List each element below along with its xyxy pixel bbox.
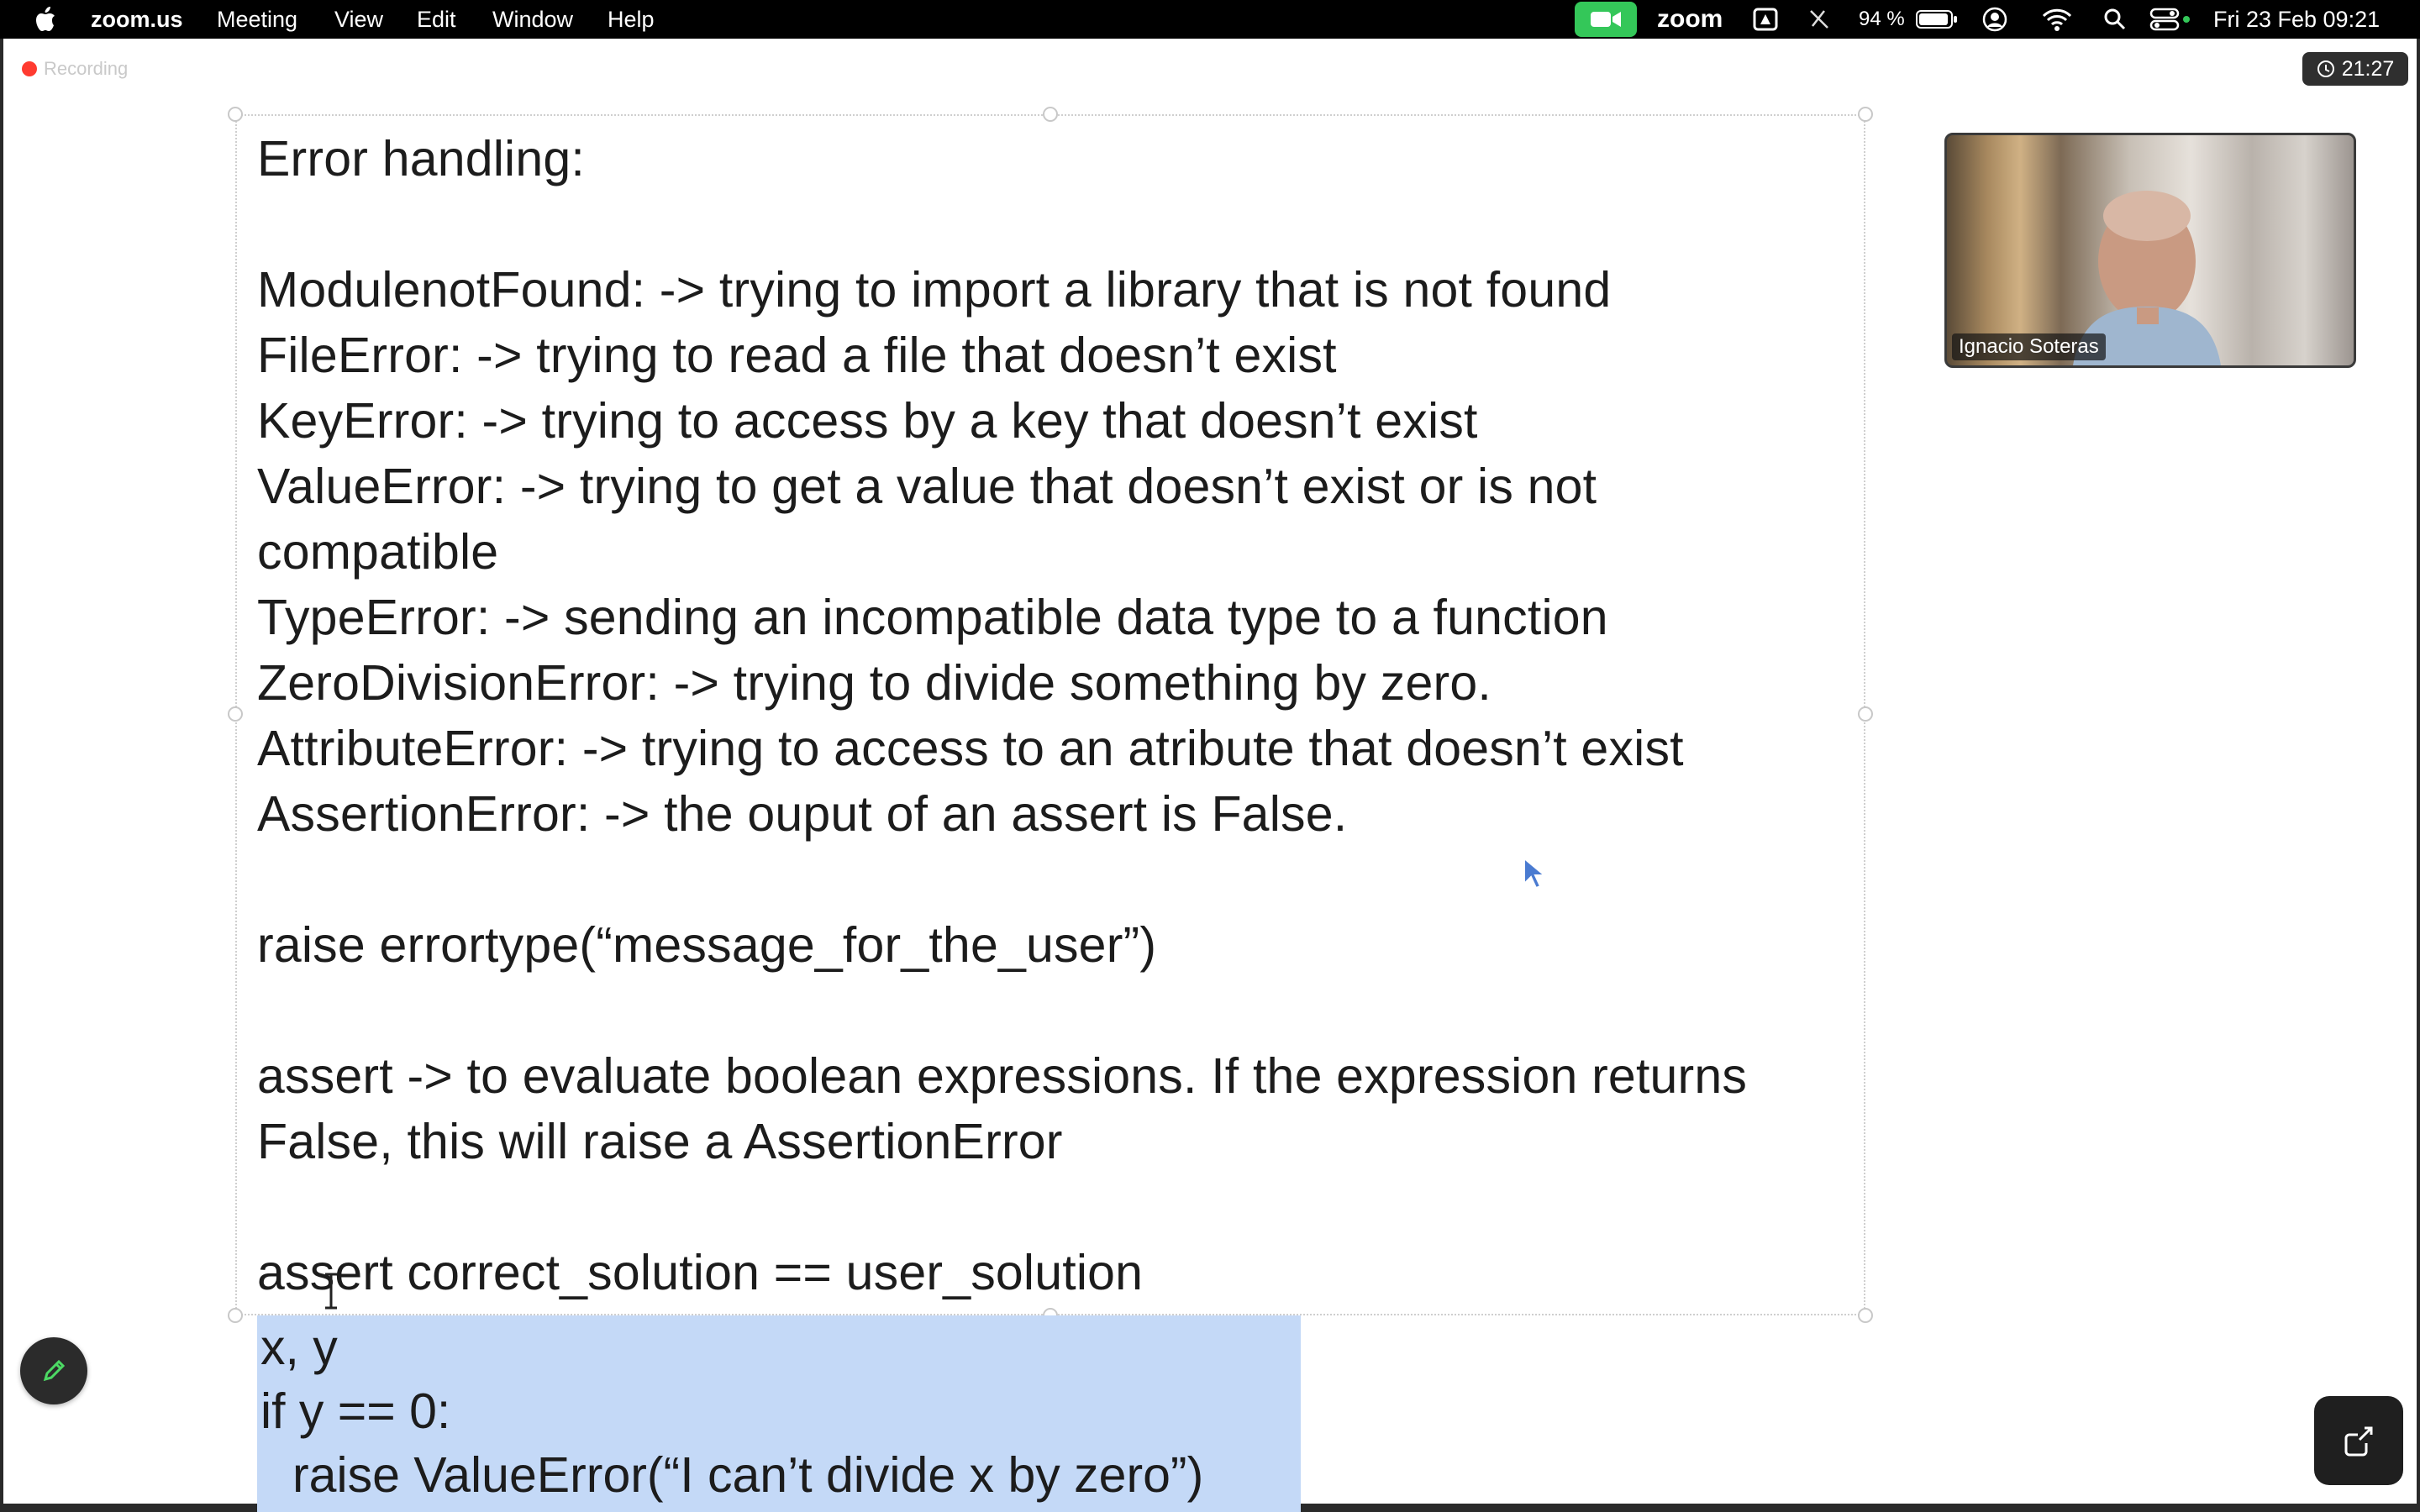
slide-blank-line — [257, 847, 1854, 912]
menu-edit[interactable]: Edit — [417, 0, 456, 39]
slide-line: raise errortype(“message_for_the_user”) — [257, 917, 1157, 973]
code-line: if y == 0: — [260, 1383, 451, 1439]
slide-line: ModulenotFound: -> trying to import a li… — [257, 262, 1612, 318]
mouse-pointer-icon — [1523, 856, 1548, 895]
resize-handle-top-left[interactable] — [228, 107, 243, 122]
menu-window[interactable]: Window — [492, 0, 573, 39]
slide-line: ValueError: -> trying to get a value tha… — [257, 459, 1597, 514]
spotlight-search-icon[interactable] — [2101, 0, 2129, 39]
recording-dot-icon — [22, 61, 37, 76]
resize-handle-bottom-right[interactable] — [1858, 1308, 1873, 1323]
participant-video-tile[interactable]: Ignacio Soteras — [1944, 133, 2356, 368]
text-cursor-icon — [323, 1273, 339, 1314]
slide-blank-line — [257, 978, 1854, 1043]
recording-indicator[interactable]: Recording — [22, 57, 128, 81]
resize-handle-middle-left[interactable] — [228, 706, 243, 722]
slide-line: False, this will raise a AssertionError — [257, 1114, 1063, 1169]
menu-meeting[interactable]: Meeting — [217, 0, 297, 39]
battery-icon[interactable] — [1916, 0, 1958, 39]
slide-line: AttributeError: -> trying to access to a… — [257, 721, 1684, 776]
window-edge-left — [0, 39, 3, 1512]
slide-line: KeyError: -> trying to access by a key t… — [257, 393, 1478, 449]
app-menu-zoom[interactable]: zoom.us — [91, 0, 183, 39]
user-account-icon[interactable] — [1981, 0, 2008, 39]
slide-heading: Error handling: — [257, 131, 585, 186]
wifi-icon[interactable] — [2040, 0, 2074, 39]
zoom-status-label[interactable]: zoom — [1657, 0, 1723, 39]
share-button[interactable] — [2314, 1396, 2403, 1485]
code-line: raise ValueError(“I can’t divide x by ze… — [292, 1447, 1204, 1503]
menu-view[interactable]: View — [334, 0, 383, 39]
resize-handle-top-center[interactable] — [1043, 107, 1058, 122]
recording-label: Recording — [44, 58, 129, 79]
drive-icon[interactable] — [1751, 0, 1780, 39]
zoom-camera-icon[interactable] — [1575, 0, 1637, 39]
annotate-button[interactable] — [20, 1337, 87, 1404]
slide-line: FileError: -> trying to read a file that… — [257, 328, 1337, 383]
resize-handle-bottom-left[interactable] — [228, 1308, 243, 1323]
date-time[interactable]: Fri 23 Feb 09:21 — [2213, 0, 2380, 39]
control-center-icon[interactable] — [2149, 0, 2191, 39]
participant-video-image — [2073, 191, 2221, 365]
menu-bar: zoom.us Meeting View Edit Window Help zo… — [0, 0, 2420, 39]
apple-logo-icon[interactable] — [30, 0, 60, 39]
timer-label: 21:27 — [2341, 56, 2395, 81]
resize-handle-top-right[interactable] — [1858, 107, 1873, 122]
window-edge-right — [2417, 39, 2420, 1512]
meeting-timer: 21:27 — [2302, 52, 2408, 86]
slide-line: assert correct_solution == user_solution — [257, 1245, 1144, 1300]
battery-percentage: 94 % — [1859, 8, 1905, 30]
selected-code-block[interactable]: x, y if y == 0: raise ValueError(“I can’… — [257, 1315, 1301, 1512]
slide-line: assert -> to evaluate boolean expression… — [257, 1048, 1748, 1104]
participant-name: Ignacio Soteras — [1952, 333, 2106, 360]
code-line: x, y — [260, 1320, 338, 1375]
slide-blank-line — [257, 1174, 1854, 1240]
resize-handle-middle-right[interactable] — [1858, 706, 1873, 722]
shared-slide-text[interactable]: Error handling: ModulenotFound: -> tryin… — [257, 126, 1854, 1305]
slide-line: AssertionError: -> the ouput of an asser… — [257, 786, 1348, 842]
pencil-icon — [43, 1359, 66, 1382]
slide-blank-line — [257, 192, 1854, 257]
pen-slash-icon[interactable] — [1805, 0, 1833, 39]
slide-line: TypeError: -> sending an incompatible da… — [257, 590, 1608, 645]
menu-help[interactable]: Help — [608, 0, 655, 39]
share-icon — [2344, 1426, 2373, 1457]
slide-line: compatible — [257, 524, 499, 580]
clock-icon — [2317, 60, 2334, 77]
slide-line: ZeroDivisionError: -> trying to divide s… — [257, 655, 1491, 711]
